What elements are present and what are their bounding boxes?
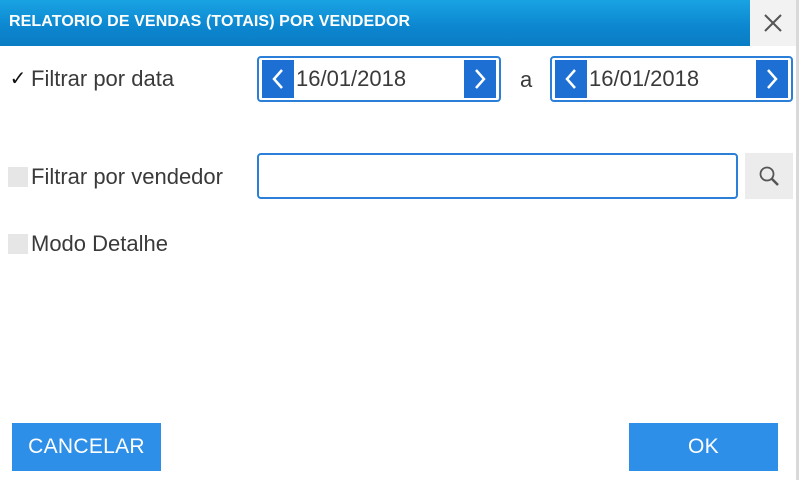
- chevron-right-icon: [767, 69, 778, 89]
- date-to-value[interactable]: 16/01/2018: [587, 66, 756, 92]
- ok-button[interactable]: OK: [629, 423, 778, 471]
- date-from-next-button[interactable]: [464, 60, 496, 98]
- chevron-right-icon: [475, 69, 486, 89]
- date-to-field[interactable]: 16/01/2018: [550, 56, 793, 102]
- title-bar: RELATORIO DE VENDAS (TOTAIS) POR VENDEDO…: [0, 0, 750, 46]
- checkbox-unchecked: [8, 167, 28, 187]
- close-button[interactable]: [750, 0, 796, 46]
- filter-date-checkbox[interactable]: ✓ Filtrar por data: [8, 66, 174, 92]
- filter-date-label: Filtrar por data: [31, 66, 175, 91]
- checkbox-unchecked: [8, 234, 28, 254]
- seller-search-button[interactable]: [745, 153, 793, 199]
- window-title: RELATORIO DE VENDAS (TOTAIS) POR VENDEDO…: [9, 13, 411, 30]
- date-from-prev-button[interactable]: [262, 60, 294, 98]
- date-from-value[interactable]: 16/01/2018: [294, 66, 464, 92]
- close-icon: [764, 14, 782, 32]
- filter-seller-label: Filtrar por vendedor: [31, 164, 223, 189]
- date-range-separator: a: [520, 67, 533, 92]
- detail-mode-checkbox[interactable]: Modo Detalhe: [8, 231, 168, 257]
- detail-mode-label: Modo Detalhe: [31, 231, 168, 256]
- date-to-prev-button[interactable]: [555, 60, 587, 98]
- seller-input[interactable]: [257, 153, 738, 199]
- checkbox-checked: ✓: [8, 69, 28, 89]
- search-icon: [759, 166, 779, 186]
- chevron-left-icon: [565, 69, 576, 89]
- date-to-next-button[interactable]: [756, 60, 788, 98]
- date-from-field[interactable]: 16/01/2018: [257, 56, 501, 102]
- checkmark-icon: ✓: [9, 68, 27, 90]
- cancel-button[interactable]: CANCELAR: [12, 423, 161, 471]
- chevron-left-icon: [272, 69, 283, 89]
- filter-seller-checkbox[interactable]: Filtrar por vendedor: [8, 164, 223, 190]
